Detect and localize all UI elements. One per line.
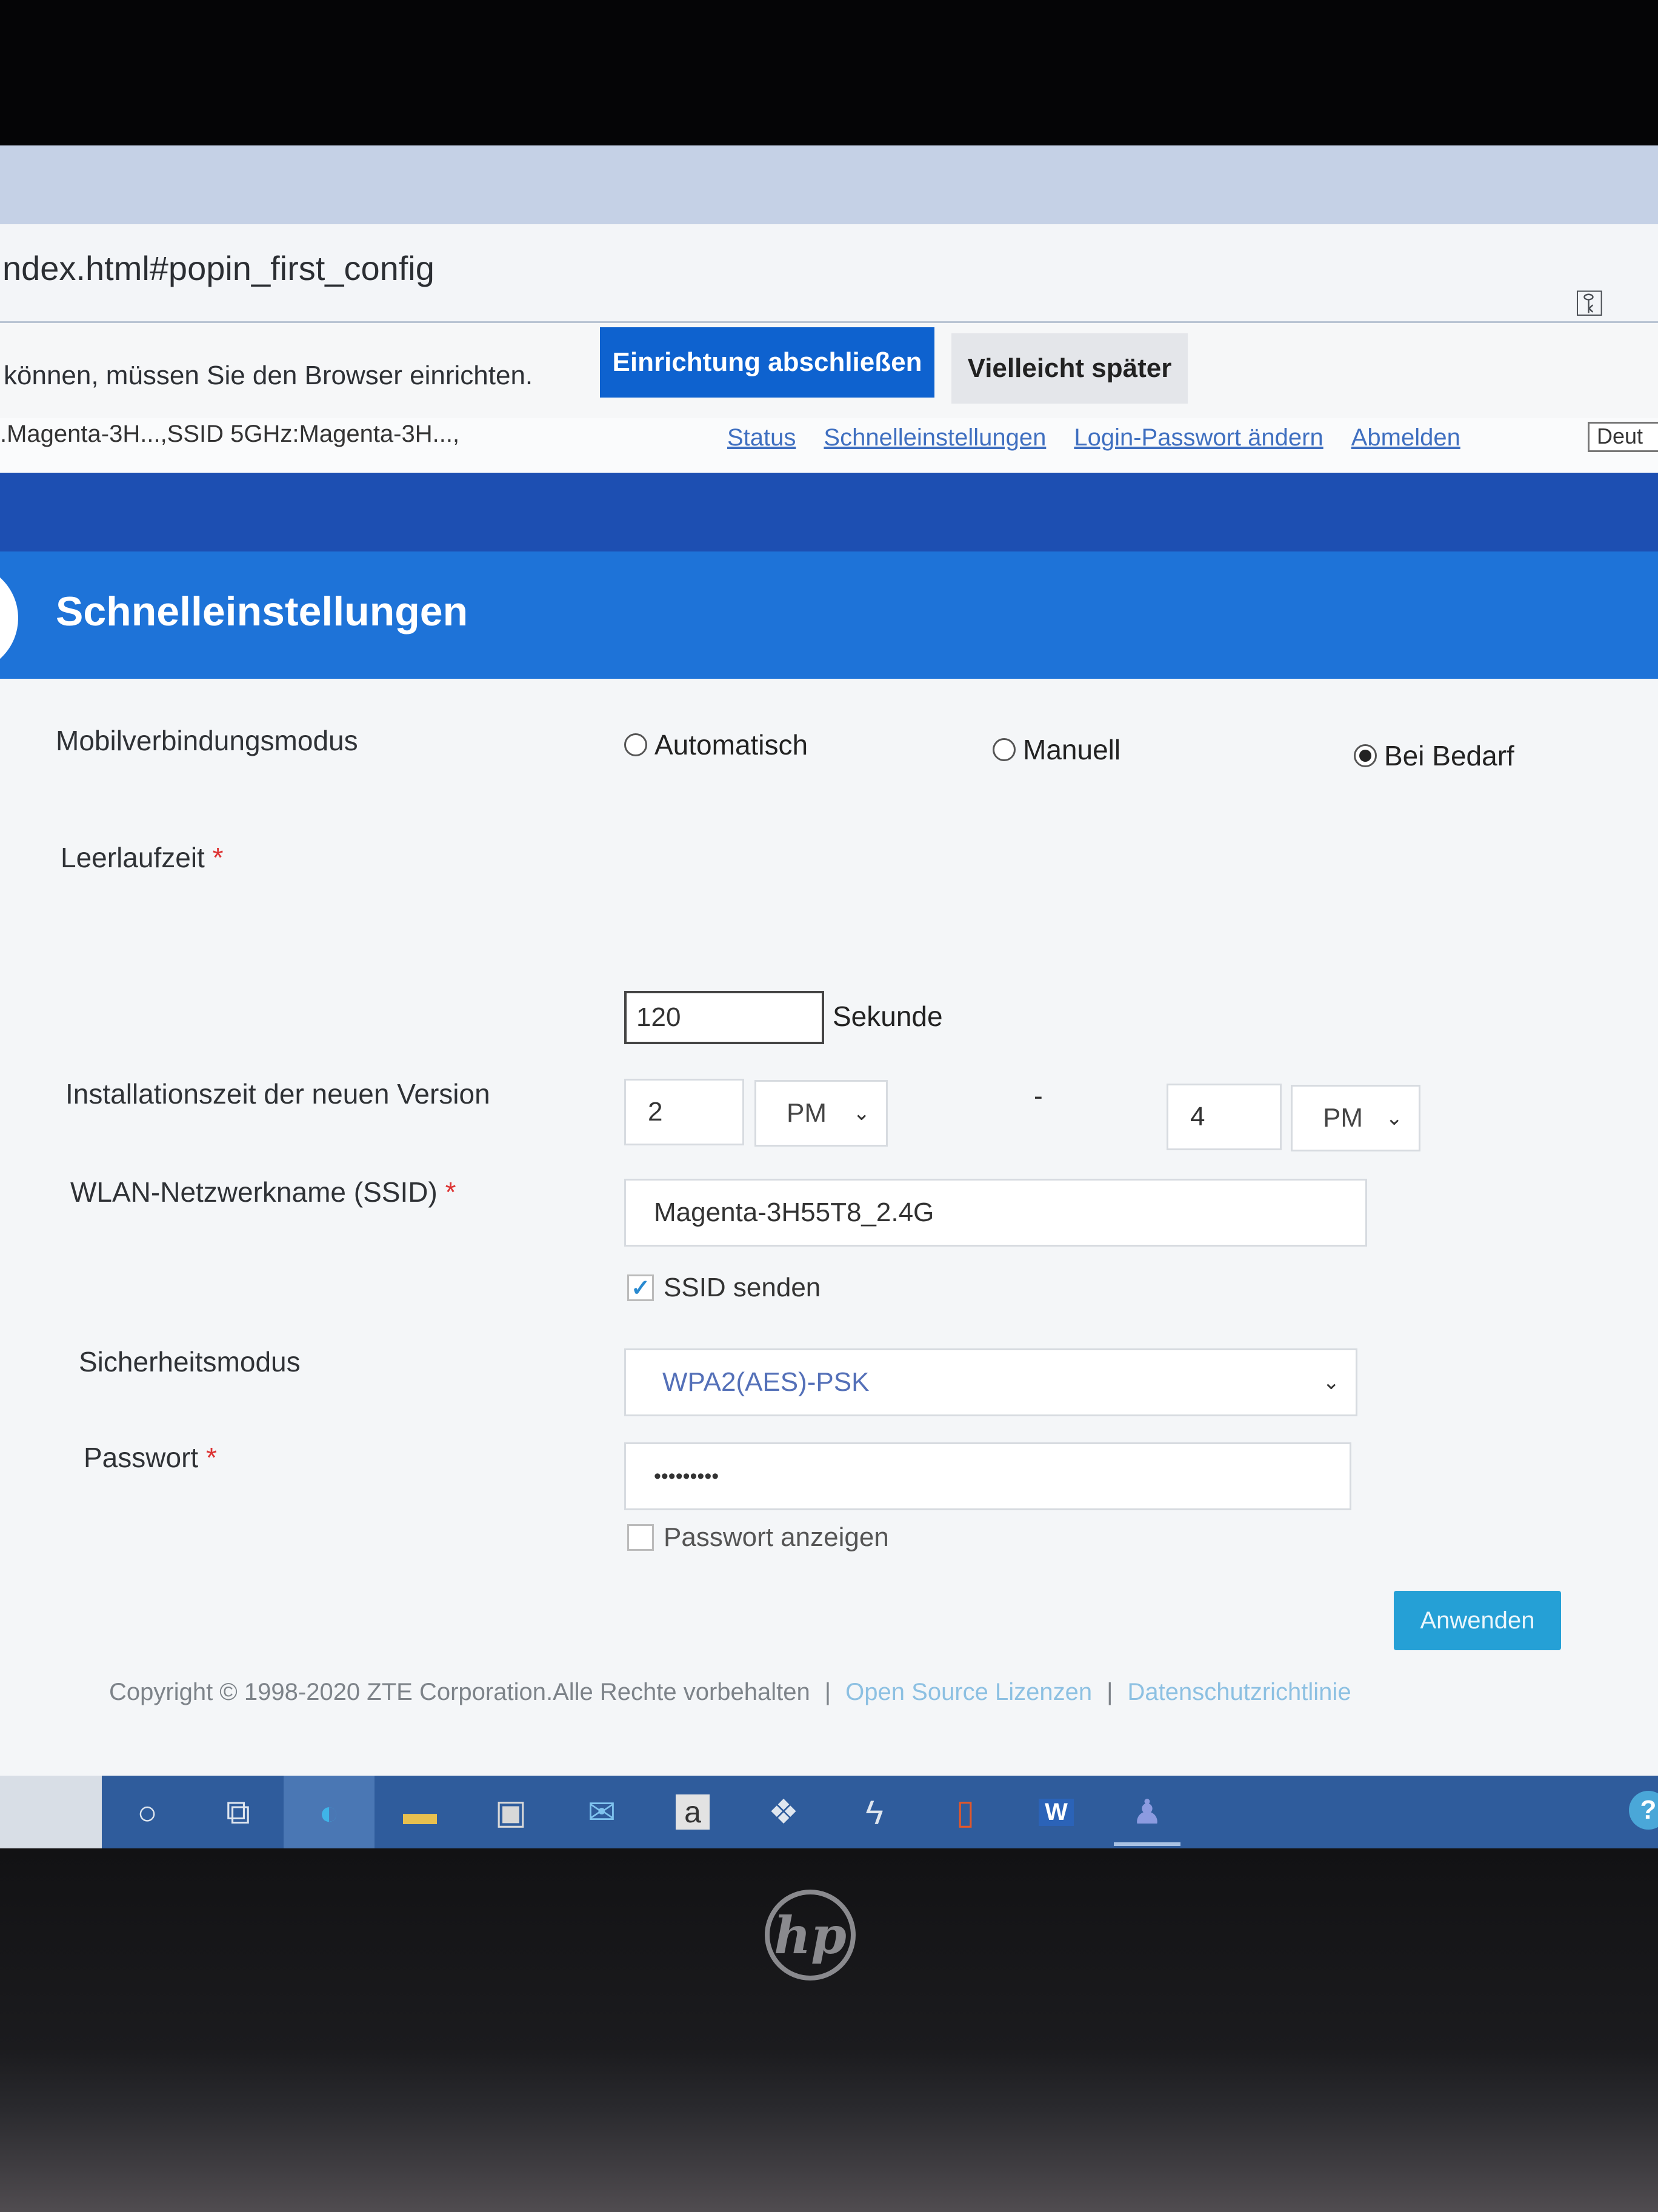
- radio-on-demand-label: Bei Bedarf: [1384, 740, 1514, 771]
- install-start-hour-input[interactable]: 2: [624, 1079, 744, 1145]
- edge-browser-icon[interactable]: ◐: [284, 1776, 375, 1848]
- laptop-bezel-top: [0, 0, 1658, 145]
- copyright-text: Copyright © 1998-2020 ZTE Corporation.Al…: [109, 1679, 810, 1705]
- privacy-link[interactable]: Datenschutzrichtlinie: [1128, 1679, 1351, 1706]
- maybe-later-button[interactable]: Vielleicht später: [951, 333, 1188, 404]
- nav-status[interactable]: Status: [727, 424, 796, 451]
- radio-manual-label: Manuell: [1023, 734, 1121, 765]
- idle-time-label-text: Leerlaufzeit: [61, 842, 205, 873]
- radio-manual-circle[interactable]: [993, 738, 1016, 761]
- radio-automatic-circle[interactable]: [624, 733, 647, 756]
- install-start-period-value: PM: [787, 1098, 827, 1128]
- install-time-label: Installationszeit der neuen Version: [65, 1078, 490, 1110]
- show-password-label: Passwort anzeigen: [664, 1522, 889, 1552]
- install-end-period-value: PM: [1323, 1103, 1363, 1133]
- dropbox-icon[interactable]: ❖: [738, 1776, 829, 1848]
- chevron-down-icon: ⌄: [1322, 1371, 1340, 1394]
- title-band: Schnelleinstellungen: [0, 551, 1658, 679]
- screen: ndex.html#popin_first_config ⚿ können, m…: [0, 145, 1658, 1848]
- security-mode-select[interactable]: WPA2(AES)-PSK ⌄: [624, 1348, 1357, 1416]
- page-title: Schnelleinstellungen: [56, 588, 468, 635]
- security-mode-label: Sicherheitsmodus: [79, 1346, 301, 1378]
- ssid-summary: .Magenta-3H...,SSID 5GHz:Magenta-3H...,: [0, 421, 460, 447]
- office-icon[interactable]: ▯: [920, 1776, 1011, 1848]
- teams-icon[interactable]: ♟: [1102, 1776, 1193, 1848]
- idle-time-input[interactable]: 120: [624, 991, 824, 1044]
- idle-time-label: Leerlaufzeit *: [61, 841, 224, 874]
- time-range-separator: -: [1034, 1081, 1043, 1111]
- radio-selected-dot: [1359, 750, 1371, 762]
- install-end-hour-input[interactable]: 4: [1167, 1084, 1282, 1150]
- taskbar: ○ ⧉ ◐ ▬ ▣ ✉ a ❖ ϟ ▯ W ♟: [102, 1776, 1658, 1848]
- footer-separator: |: [824, 1679, 831, 1705]
- browser-tab-strip: [0, 145, 1658, 224]
- amazon-app-icon[interactable]: a: [647, 1776, 738, 1848]
- ssid-input[interactable]: Magenta-3H55T8_2.4G: [624, 1179, 1367, 1247]
- store-icon[interactable]: ▣: [465, 1776, 556, 1848]
- idle-time-unit: Sekunde: [833, 1001, 943, 1032]
- broadcast-ssid-checkbox[interactable]: ✓ SSID senden: [627, 1273, 821, 1303]
- router-header: .Magenta-3H...,SSID 5GHz:Magenta-3H..., …: [0, 418, 1658, 473]
- show-password-box[interactable]: [627, 1524, 654, 1551]
- security-mode-value: WPA2(AES)-PSK: [662, 1367, 870, 1397]
- chevron-down-icon: ⌄: [853, 1102, 871, 1125]
- footer-separator: |: [1107, 1679, 1113, 1705]
- install-start-period-select[interactable]: PM ⌄: [754, 1080, 888, 1147]
- password-label-text: Passwort: [84, 1442, 199, 1473]
- word-icon[interactable]: W: [1011, 1776, 1102, 1848]
- hp-logo: hp: [765, 1890, 856, 1980]
- broadcast-ssid-label: SSID senden: [664, 1273, 821, 1302]
- word-letter: W: [1039, 1798, 1074, 1826]
- show-password-checkbox[interactable]: Passwort anzeigen: [627, 1522, 889, 1553]
- checkmark-icon[interactable]: ✓: [627, 1274, 654, 1301]
- required-mark: *: [205, 1442, 217, 1473]
- nav-quick-settings[interactable]: Schnelleinstellungen: [824, 424, 1046, 451]
- nav-change-login-password[interactable]: Login-Passwort ändern: [1074, 424, 1323, 451]
- file-explorer-icon[interactable]: ▬: [375, 1776, 465, 1848]
- finish-setup-button[interactable]: Einrichtung abschließen: [600, 327, 934, 398]
- search-circle-icon[interactable]: ○: [102, 1776, 193, 1848]
- bolt-app-icon[interactable]: ϟ: [829, 1776, 920, 1848]
- required-mark: *: [445, 1176, 456, 1208]
- apply-button[interactable]: Anwenden: [1394, 1591, 1561, 1650]
- open-source-link[interactable]: Open Source Lizenzen: [845, 1679, 1092, 1706]
- quick-settings-form: Mobilverbindungsmodus Automatisch Manuel…: [0, 679, 1658, 1848]
- infobar-message: können, müssen Sie den Browser einrichte…: [4, 361, 533, 390]
- header-band: [0, 473, 1658, 551]
- nav-logout[interactable]: Abmelden: [1351, 424, 1460, 451]
- required-mark: *: [212, 842, 224, 873]
- password-input[interactable]: •••••••••: [624, 1442, 1351, 1510]
- password-label: Passwort *: [84, 1441, 217, 1474]
- radio-on-demand[interactable]: Bei Bedarf: [1354, 739, 1514, 772]
- address-bar[interactable]: ndex.html#popin_first_config: [0, 224, 1658, 323]
- amazon-letter: a: [676, 1794, 710, 1830]
- chevron-down-icon: ⌄: [1385, 1107, 1403, 1130]
- title-decoration: [0, 564, 18, 673]
- radio-automatic[interactable]: Automatisch: [624, 728, 808, 761]
- radio-manual[interactable]: Manuell: [993, 733, 1120, 766]
- key-icon[interactable]: ⚿: [1576, 282, 1603, 325]
- mail-icon[interactable]: ✉: [556, 1776, 647, 1848]
- radio-on-demand-circle[interactable]: [1354, 744, 1377, 767]
- footer: Copyright © 1998-2020 ZTE Corporation.Al…: [109, 1679, 1351, 1706]
- radio-automatic-label: Automatisch: [654, 729, 808, 761]
- task-view-icon[interactable]: ⧉: [193, 1776, 284, 1848]
- ssid-label: WLAN-Netzwerkname (SSID) *: [70, 1176, 456, 1208]
- top-nav: Status Schnelleinstellungen Login-Passwo…: [727, 424, 1460, 451]
- install-end-period-select[interactable]: PM ⌄: [1291, 1085, 1420, 1151]
- mobile-mode-label: Mobilverbindungsmodus: [56, 725, 358, 756]
- language-select[interactable]: Deut: [1588, 422, 1658, 452]
- ssid-label-text: WLAN-Netzwerkname (SSID): [70, 1176, 438, 1208]
- url-text[interactable]: ndex.html#popin_first_config: [2, 248, 434, 288]
